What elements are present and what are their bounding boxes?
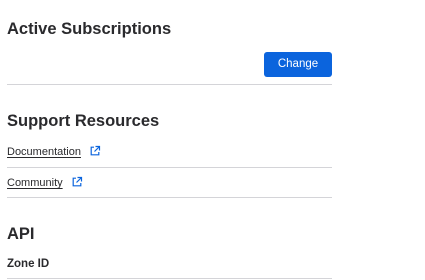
- change-subscription-button[interactable]: Change: [264, 52, 332, 77]
- active-subscriptions-heading: Active Subscriptions: [7, 20, 172, 38]
- divider: [7, 84, 332, 85]
- divider: [7, 278, 332, 279]
- divider: [7, 197, 332, 198]
- zone-id-label: Zone ID: [7, 258, 50, 270]
- documentation-link[interactable]: Documentation: [7, 146, 81, 158]
- community-link[interactable]: Community: [7, 177, 63, 189]
- api-heading: API: [7, 225, 35, 243]
- account-panel: Active Subscriptions Change Support Reso…: [0, 0, 425, 280]
- support-resources-heading: Support Resources: [7, 112, 160, 130]
- community-link-row[interactable]: Community: [7, 175, 83, 191]
- divider: [7, 167, 332, 168]
- external-link-icon[interactable]: [89, 145, 101, 157]
- external-link-icon[interactable]: [71, 176, 83, 188]
- documentation-link-row[interactable]: Documentation: [7, 144, 101, 160]
